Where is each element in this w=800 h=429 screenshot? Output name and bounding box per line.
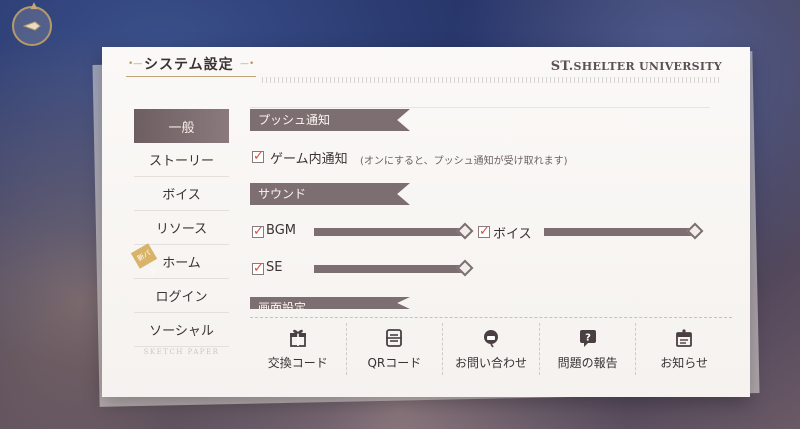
section-display-header: 画面設定: [250, 297, 410, 309]
brand-main: ST.: [550, 59, 574, 74]
arrow-icon: [23, 21, 41, 31]
title-underline: [126, 76, 256, 77]
se-label: SE: [266, 260, 283, 275]
voice-label: ボイス: [493, 227, 532, 242]
sidebar-item-resource[interactable]: リソース: [134, 211, 229, 245]
ingame-notification-label: ゲーム内通知: [270, 152, 348, 167]
bottom-divider: [250, 317, 732, 318]
divider: [250, 107, 710, 108]
new-badge: 新パス: [130, 243, 158, 277]
report-question-icon: ?: [579, 329, 596, 347]
bgm-checkbox[interactable]: [252, 224, 264, 239]
notice-icon: [676, 328, 693, 347]
crown-icon: ▲: [30, 1, 38, 11]
se-checkbox[interactable]: [252, 261, 264, 276]
sidebar-item-home[interactable]: 新パス ホーム: [130, 243, 229, 279]
sidebar-item-label: ストーリー: [148, 154, 214, 169]
svg-text:?: ?: [585, 332, 591, 343]
qr-code-label: QRコード: [367, 355, 422, 370]
sidebar-item-label: リソース: [155, 222, 208, 237]
title-ornament-icon: —•: [240, 59, 255, 69]
sidebar-item-login[interactable]: ログイン: [134, 279, 229, 313]
bottom-action-bar: 交換コード QRコード お問い合わせ ? 問題の報告 お知らせ: [250, 323, 732, 375]
sidebar-item-story[interactable]: ストーリー: [134, 143, 229, 177]
bgm-slider[interactable]: [314, 222, 474, 240]
contact-label: お問い合わせ: [454, 355, 527, 370]
qr-code-icon: [386, 328, 403, 347]
report-issue-button[interactable]: ? 問題の報告: [538, 323, 636, 375]
bgm-label: BGM: [266, 223, 296, 238]
gift-icon: [289, 329, 306, 347]
sidebar-item-label: 一般: [168, 120, 195, 136]
contact-button[interactable]: お問い合わせ: [442, 323, 539, 375]
brand-sub: SHELTER UNIVERSITY: [573, 60, 722, 73]
sidebar-item-general[interactable]: 一般: [134, 109, 229, 143]
qr-code-button[interactable]: QRコード: [345, 323, 443, 375]
section-sound-header: サウンド: [250, 183, 410, 205]
notice-label: お知らせ: [660, 355, 709, 370]
exchange-code-label: 交換コード: [267, 355, 328, 370]
headset-icon: [483, 329, 498, 347]
se-slider[interactable]: [314, 259, 474, 277]
section-push-header: プッシュ通知: [250, 109, 410, 131]
sidebar-item-label: ソーシャル: [149, 324, 214, 339]
sidebar-item-label: ボイス: [162, 188, 201, 203]
exchange-code-button[interactable]: 交換コード: [250, 323, 346, 375]
brand-logo: ST.SHELTER UNIVERSITY: [551, 59, 722, 74]
sidebar-item-social[interactable]: ソーシャル: [134, 313, 229, 347]
slider-handle[interactable]: [456, 222, 474, 240]
slider-handle[interactable]: [686, 222, 704, 240]
panel-title: システム設定: [144, 57, 234, 73]
slider-handle[interactable]: [456, 259, 474, 277]
notice-button[interactable]: お知らせ: [635, 323, 732, 375]
ingame-notification-checkbox[interactable]: [252, 149, 264, 164]
sidebar-item-label: ログイン: [155, 290, 208, 305]
sidebar-item-label: ホーム: [162, 256, 201, 271]
settings-sidebar: 一般 ストーリー ボイス リソース 新パス ホーム ログイン ソーシャル SKE…: [130, 109, 229, 356]
voice-checkbox[interactable]: [478, 224, 490, 239]
emblem-icon[interactable]: ▲: [12, 2, 52, 46]
ingame-notification-note: (オンにすると、プッシュ通知が受け取れます): [360, 156, 568, 167]
sidebar-footer: SKETCH PAPER: [143, 348, 220, 356]
voice-slider[interactable]: [544, 222, 704, 240]
report-issue-label: 問題の報告: [557, 355, 618, 370]
title-ornament-icon: •—: [128, 59, 143, 69]
settings-panel: •— システム設定 —• ST.SHELTER UNIVERSITY 一般 スト…: [102, 47, 750, 397]
sidebar-item-voice[interactable]: ボイス: [134, 177, 229, 211]
ruler-decoration: [262, 77, 722, 83]
